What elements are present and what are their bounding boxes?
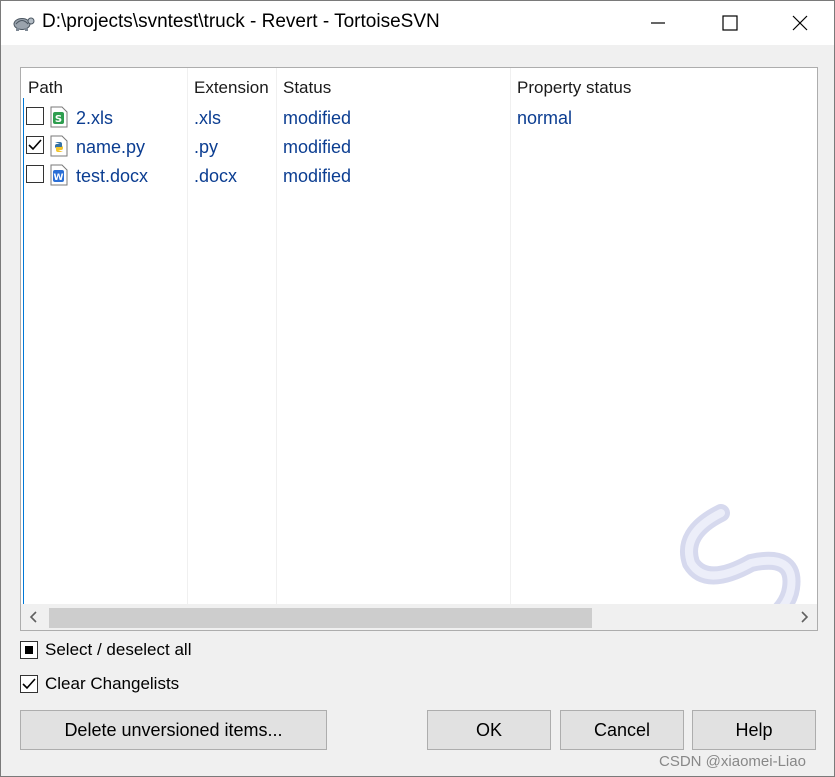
chevron-left-icon — [29, 611, 37, 623]
maximize-button[interactable] — [695, 1, 765, 45]
scrollbar-thumb[interactable] — [49, 608, 592, 628]
revert-dialog: D:\projects\svntest\truck - Revert - Tor… — [0, 0, 835, 777]
row-status: modified — [283, 166, 352, 186]
row-checkbox[interactable] — [26, 165, 44, 183]
word-file-icon: W — [50, 164, 68, 186]
svg-text:S: S — [55, 114, 62, 125]
row-path: test.docx — [76, 166, 149, 186]
row-checkbox[interactable] — [26, 136, 44, 154]
row-path: 2.xls — [76, 108, 114, 128]
table-row[interactable]: W test.docx .docx modified — [21, 162, 811, 191]
help-button[interactable]: Help — [692, 710, 816, 750]
chevron-right-icon — [801, 611, 809, 623]
close-icon — [792, 15, 808, 31]
select-deselect-all-label: Select / deselect all — [45, 640, 192, 659]
svg-text:W: W — [54, 173, 64, 183]
row-property-status: normal — [517, 108, 573, 128]
row-path: name.py — [76, 137, 146, 157]
ok-button[interactable]: OK — [427, 710, 551, 750]
select-all-indeterminate-box[interactable] — [20, 641, 38, 659]
cancel-button[interactable]: Cancel — [560, 710, 684, 750]
scroll-right-button[interactable] — [791, 604, 817, 630]
column-header-status[interactable]: Status — [283, 78, 331, 98]
column-header-extension[interactable]: Extension — [194, 78, 269, 98]
minimize-button[interactable] — [623, 1, 693, 45]
watermark-text: CSDN @xiaomei-Liao — [659, 753, 806, 770]
minimize-icon — [651, 22, 665, 24]
file-list[interactable]: Path Extension Status Property status S … — [20, 67, 818, 631]
column-header-path[interactable]: Path — [28, 78, 63, 98]
checkmark-icon — [28, 139, 42, 151]
clear-changelists-label: Clear Changelists — [45, 674, 180, 693]
horizontal-scrollbar[interactable] — [21, 604, 817, 630]
title-bar[interactable]: D:\projects\svntest\truck - Revert - Tor… — [1, 1, 834, 45]
row-extension: .docx — [194, 166, 238, 186]
tortoise-icon — [13, 17, 35, 31]
spreadsheet-file-icon: S — [50, 106, 68, 128]
indeterminate-mark-icon — [25, 646, 33, 654]
row-extension: .py — [194, 137, 219, 157]
maximize-icon — [722, 15, 738, 31]
row-checkbox[interactable] — [26, 107, 44, 125]
column-header-property-status[interactable]: Property status — [517, 78, 631, 98]
row-status: modified — [283, 137, 352, 157]
table-row[interactable]: name.py .py modified — [21, 133, 811, 162]
row-status: modified — [283, 108, 352, 128]
window-title: D:\projects\svntest\truck - Revert - Tor… — [42, 11, 440, 32]
close-button[interactable] — [765, 1, 834, 45]
python-file-icon — [50, 135, 68, 157]
clear-changelists-box[interactable] — [20, 675, 38, 693]
table-row[interactable]: S 2.xls .xls modified normal — [21, 104, 811, 133]
checkmark-icon — [22, 678, 36, 690]
scroll-left-button[interactable] — [21, 604, 47, 630]
row-extension: .xls — [194, 108, 221, 128]
delete-unversioned-button[interactable]: Delete unversioned items... — [20, 710, 327, 750]
